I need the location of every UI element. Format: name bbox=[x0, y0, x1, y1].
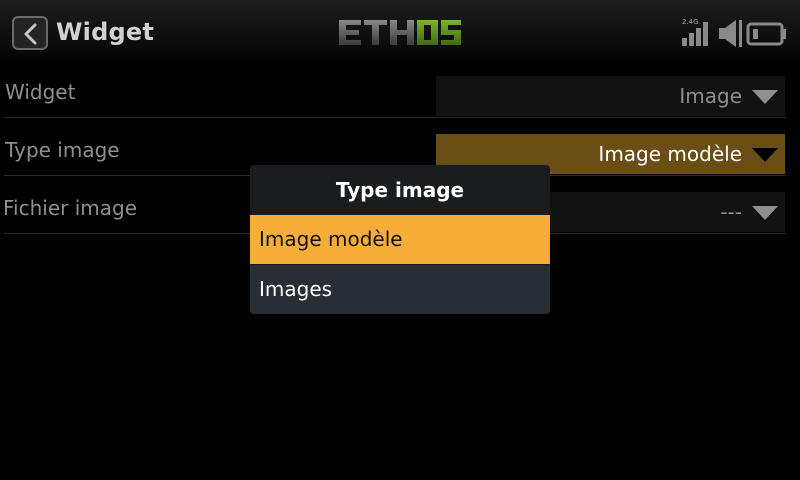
row-label: Type image bbox=[5, 138, 120, 162]
chevron-left-icon bbox=[24, 23, 37, 45]
battery-icon bbox=[746, 22, 786, 46]
back-button[interactable] bbox=[12, 16, 48, 50]
field-value: Image modèle bbox=[598, 142, 742, 166]
signal-bars-icon bbox=[682, 22, 708, 46]
widget-select[interactable]: Image bbox=[436, 76, 785, 116]
option-image-modele[interactable]: Image modèle bbox=[250, 215, 550, 264]
type-image-dialog: Type image Image modèle Images bbox=[250, 165, 550, 314]
row-widget: Widget Image bbox=[0, 60, 800, 118]
field-value: Image bbox=[679, 84, 742, 108]
row-label: Widget bbox=[5, 80, 76, 104]
dropdown-arrow-icon bbox=[752, 90, 778, 104]
page-title: Widget bbox=[56, 18, 155, 46]
dropdown-arrow-icon bbox=[752, 148, 778, 162]
row-label: Fichier image bbox=[3, 196, 138, 220]
speaker-icon bbox=[719, 20, 742, 47]
ethos-logo bbox=[339, 20, 461, 45]
status-icons: 2.4G bbox=[680, 16, 790, 50]
top-bar: Widget 2.4G bbox=[0, 0, 800, 62]
dialog-title: Type image bbox=[335, 178, 465, 202]
field-value: --- bbox=[720, 200, 742, 224]
dropdown-arrow-icon bbox=[752, 206, 778, 220]
option-images[interactable]: Images bbox=[250, 265, 550, 314]
